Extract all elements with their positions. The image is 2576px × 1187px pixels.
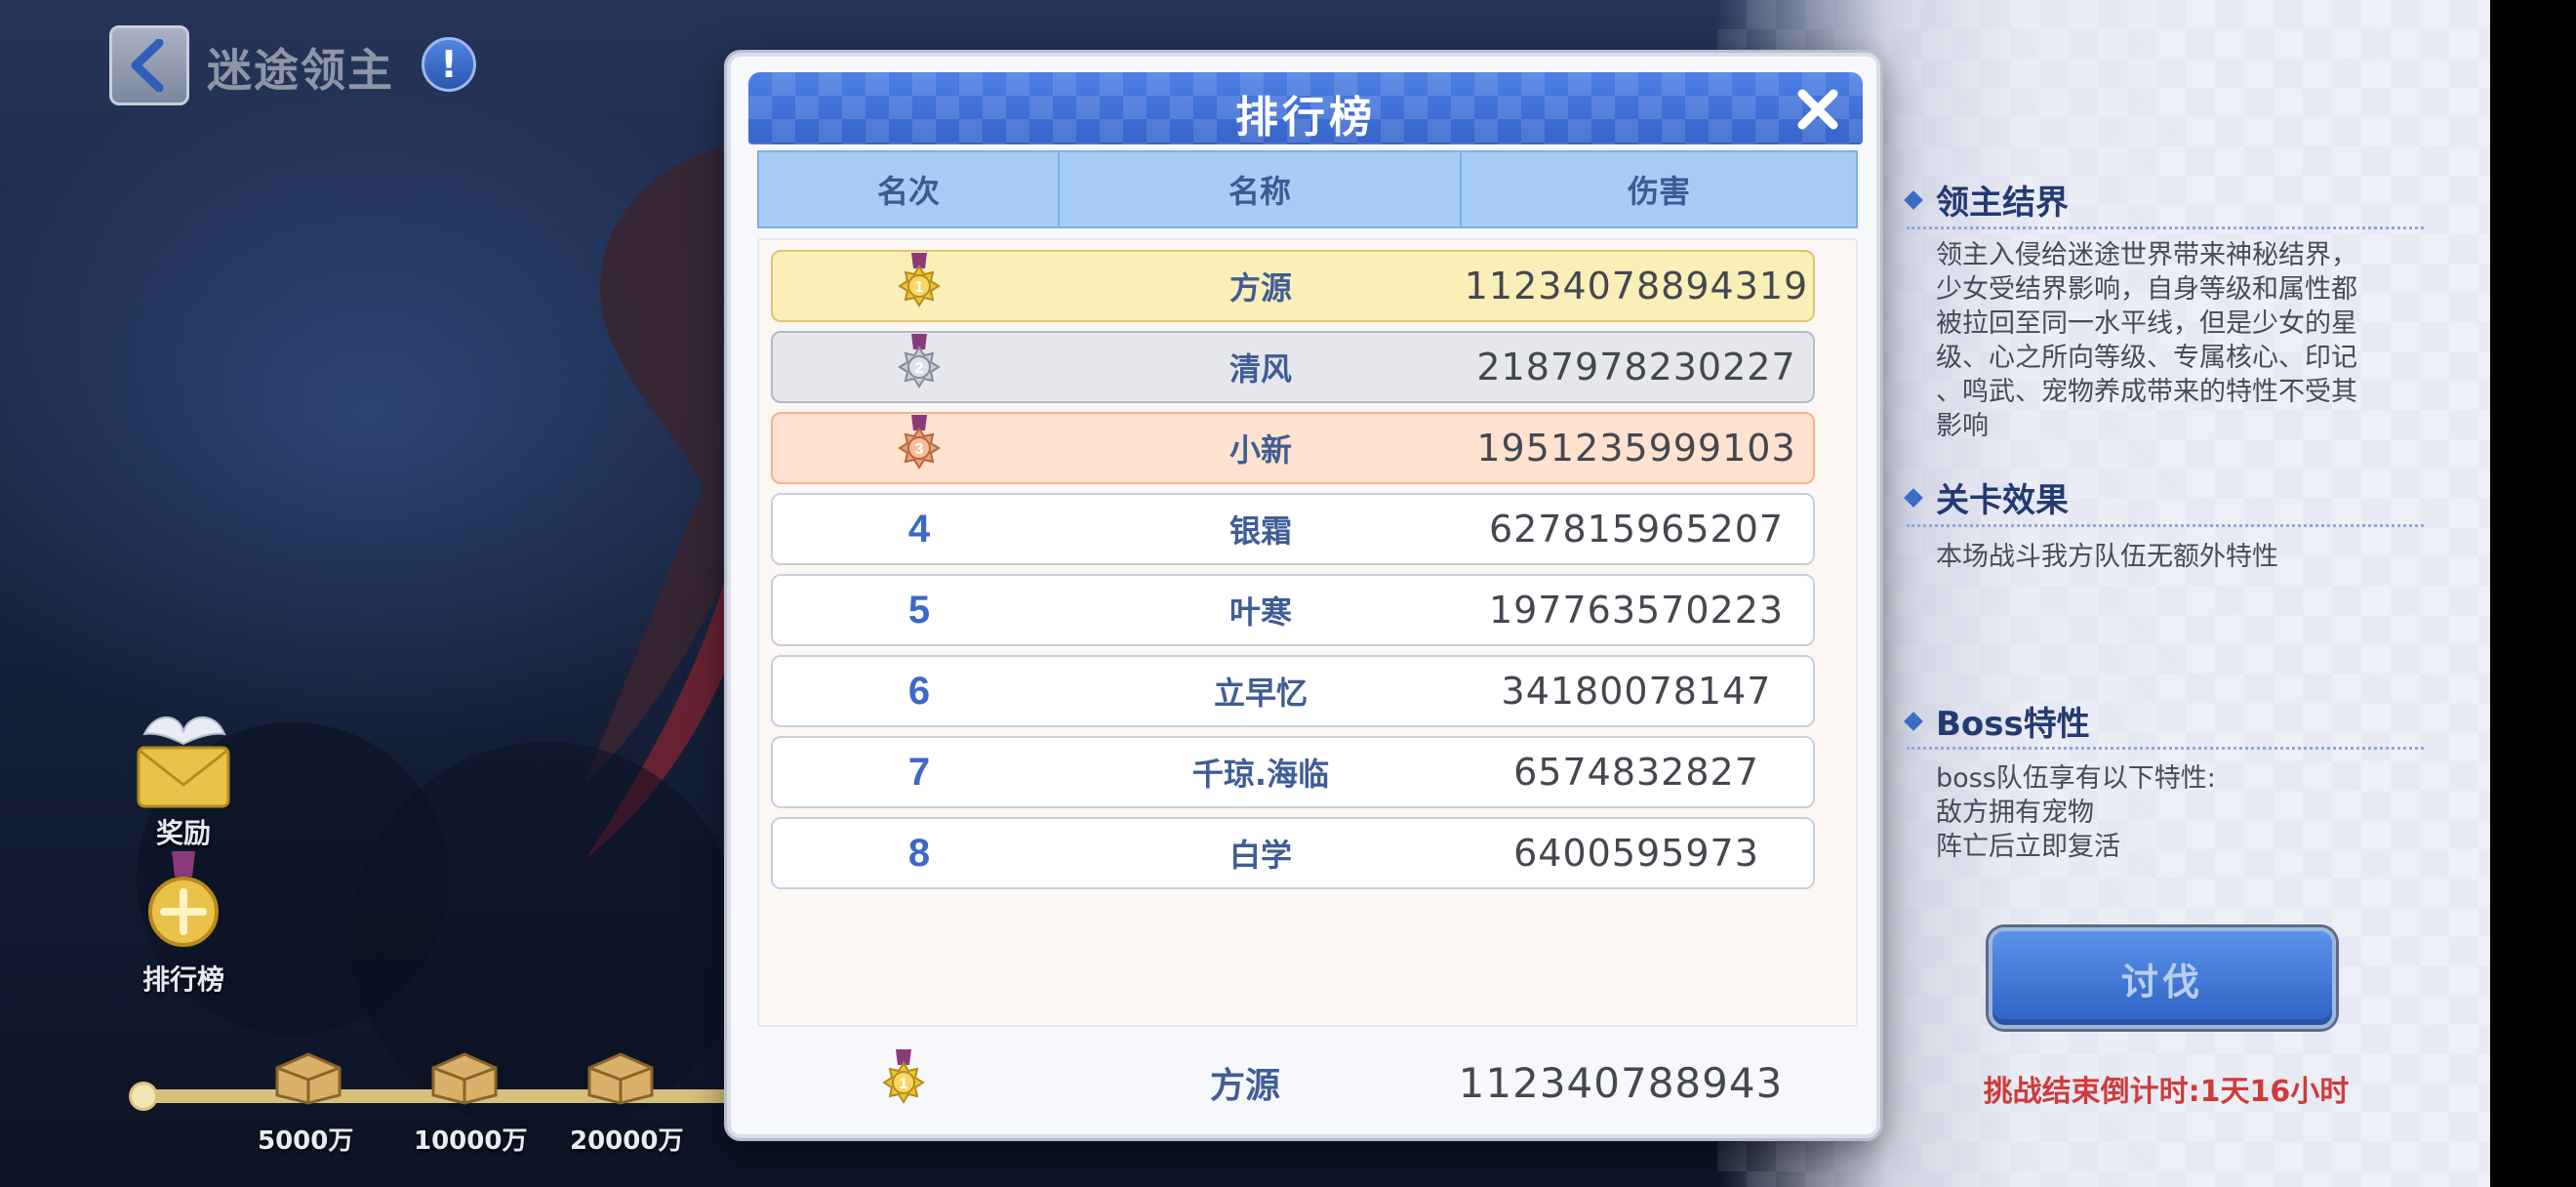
challenge-countdown: 挑战结束倒计时:1天16小时: [1983, 1075, 2350, 1109]
damage-value: 627815965207: [1488, 508, 1785, 551]
ranking-row: 6 立早忆 34180078147: [771, 655, 1815, 727]
ranking-list[interactable]: 1 方源 11234078894319 2 清风 2187978230227 3 小新 1951…: [757, 238, 1858, 1027]
player-name: 千琼.海临: [1191, 756, 1330, 793]
ranking-dialog: 排行榜 名次 名称 伤害 1 方源 11234078894319 2 清风 2187978…: [727, 53, 1880, 1138]
my-damage: 112340788943: [1458, 1058, 1784, 1107]
ranking-row: 1 方源 11234078894319: [771, 250, 1815, 322]
column-header-rank: 名次: [757, 150, 1060, 228]
ranking-row: 2 清风 2187978230227: [771, 331, 1815, 403]
close-button[interactable]: [1792, 84, 1843, 135]
ranking-row: 8 白学 6400595973: [771, 817, 1815, 889]
fight-button[interactable]: 讨伐: [1989, 927, 2336, 1029]
section-title-stage-effect: 关卡效果: [1904, 473, 2069, 521]
rank-cell: 3: [773, 414, 1066, 482]
page-title: 迷途领主: [207, 44, 394, 97]
my-ranking-row: 1 方源 112340788943: [757, 1043, 1858, 1130]
reward-chest-icon[interactable]: [582, 1046, 660, 1105]
damage-value: 2187978230227: [1476, 346, 1796, 389]
ranking-row: 5 叶寒 197763570223: [771, 574, 1815, 646]
rank-cell: 5: [907, 588, 931, 632]
reward-button[interactable]: 奖励: [125, 705, 242, 851]
player-name: 清风: [1228, 350, 1292, 388]
divider: [1907, 524, 2424, 527]
svg-text:1: 1: [915, 279, 924, 296]
winged-mail-icon: [127, 705, 240, 812]
ranking-button[interactable]: 排行榜: [125, 851, 242, 998]
dialog-title: 排行榜: [1235, 93, 1376, 143]
damage-value: 6400595973: [1513, 832, 1759, 875]
diamond-bullet-icon: [1904, 711, 1923, 731]
divider: [1907, 747, 2424, 750]
medal-icon: [140, 851, 227, 959]
info-icon[interactable]: !: [422, 37, 476, 92]
reward-label: 奖励: [155, 817, 211, 849]
svg-text:1: 1: [900, 1076, 908, 1092]
section-title-lord-barrier: 领主结界: [1904, 176, 2069, 224]
chevron-left-icon: [131, 39, 164, 92]
player-name: 白学: [1228, 837, 1292, 874]
column-header-damage: 伤害: [1460, 150, 1858, 228]
gold-medal-icon: 1: [882, 1049, 925, 1104]
screen-edge: [2490, 0, 2576, 1187]
svg-text:2: 2: [915, 360, 924, 377]
milestone-label: 5000万: [258, 1126, 354, 1156]
diamond-bullet-icon: [1904, 487, 1923, 508]
damage-value: 34180078147: [1501, 670, 1772, 713]
damage-value: 6574832827: [1513, 751, 1759, 794]
lord-barrier-text: 领主入侵给迷途世界带来神秘结界， 少女受结界影响，自身等级和属性都 被拉回至同一…: [1936, 240, 2357, 441]
progress-start-dot: [129, 1082, 158, 1111]
gold-medal-icon: 1: [898, 253, 941, 307]
close-icon: [1797, 89, 1838, 130]
rank-cell: 2: [773, 333, 1066, 401]
damage-value: 1951235999103: [1476, 427, 1796, 470]
reward-chest-icon[interactable]: [425, 1046, 503, 1105]
svg-text:3: 3: [915, 441, 924, 458]
bronze-medal-icon: 3: [898, 415, 941, 470]
ranking-label: 排行榜: [141, 963, 224, 996]
rank-cell: 1: [773, 252, 1066, 320]
my-name: 方源: [1209, 1066, 1280, 1106]
ranking-row: 7 千琼.海临 6574832827: [771, 736, 1815, 808]
ranking-row: 3 小新 1951235999103: [771, 412, 1815, 484]
player-name: 立早忆: [1213, 675, 1308, 712]
milestone-label: 20000万: [570, 1126, 684, 1156]
rank-cell: 4: [907, 507, 931, 551]
my-rank-medal: 1: [757, 1048, 1050, 1117]
rank-cell: 7: [907, 750, 931, 794]
dialog-header: 排行榜: [748, 72, 1863, 144]
stage-effect-text: 本场战斗我方队伍无额外特性: [1936, 542, 2278, 572]
rank-cell: 6: [907, 669, 931, 713]
damage-value: 11234078894319: [1464, 265, 1809, 307]
reward-chest-icon[interactable]: [269, 1046, 347, 1105]
player-name: 银霜: [1228, 512, 1292, 550]
ranking-row: 4 银霜 627815965207: [771, 493, 1815, 565]
milestone-label: 10000万: [414, 1126, 528, 1156]
diamond-bullet-icon: [1904, 189, 1923, 210]
silver-medal-icon: 2: [898, 334, 941, 389]
boss-traits-text: boss队伍享有以下特性: 敌方拥有宠物 阵亡后立即复活: [1936, 763, 2216, 862]
divider: [1907, 226, 2424, 229]
damage-value: 197763570223: [1488, 589, 1785, 632]
rank-cell: 8: [907, 831, 931, 875]
player-name: 叶寒: [1228, 594, 1292, 631]
section-title-boss-traits: Boss特性: [1904, 697, 2090, 745]
column-header-name: 名称: [1058, 150, 1462, 228]
player-name: 小新: [1228, 431, 1292, 469]
back-button[interactable]: [109, 25, 189, 105]
player-name: 方源: [1228, 269, 1292, 307]
